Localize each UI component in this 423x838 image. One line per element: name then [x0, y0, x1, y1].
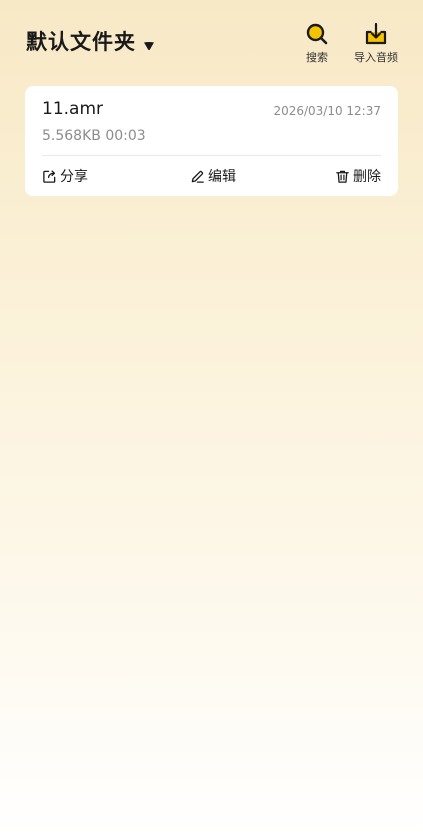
- delete-label: 删除: [353, 169, 381, 185]
- file-date: 2026/03/10 12:37: [273, 104, 381, 118]
- search-label: 搜索: [306, 51, 328, 64]
- edit-button[interactable]: 编辑: [190, 166, 236, 186]
- folder-title: 默认文件夹: [26, 30, 136, 54]
- trash-icon: [335, 169, 353, 184]
- import-audio-button[interactable]: 导入音频: [348, 22, 404, 65]
- share-button[interactable]: 分享: [42, 166, 88, 186]
- search-icon: [305, 22, 329, 46]
- caret-down-icon: [143, 36, 155, 51]
- delete-button[interactable]: 删除: [335, 166, 381, 186]
- search-button[interactable]: 搜索: [300, 22, 334, 65]
- folder-selector[interactable]: 默认文件夹: [26, 26, 155, 56]
- card-divider: [42, 155, 381, 156]
- file-meta: 5.568KB 00:03: [42, 128, 146, 144]
- recording-card[interactable]: 11.amr 2026/03/10 12:37 5.568KB 00:03 分享…: [25, 86, 398, 196]
- share-label: 分享: [60, 169, 88, 185]
- pencil-icon: [190, 169, 208, 184]
- import-icon: [364, 22, 388, 46]
- app-header: 默认文件夹 搜索 导入音频: [0, 0, 423, 78]
- file-name: 11.amr: [42, 99, 104, 119]
- share-icon: [42, 169, 60, 184]
- edit-label: 编辑: [208, 169, 236, 185]
- import-audio-label: 导入音频: [354, 51, 398, 64]
